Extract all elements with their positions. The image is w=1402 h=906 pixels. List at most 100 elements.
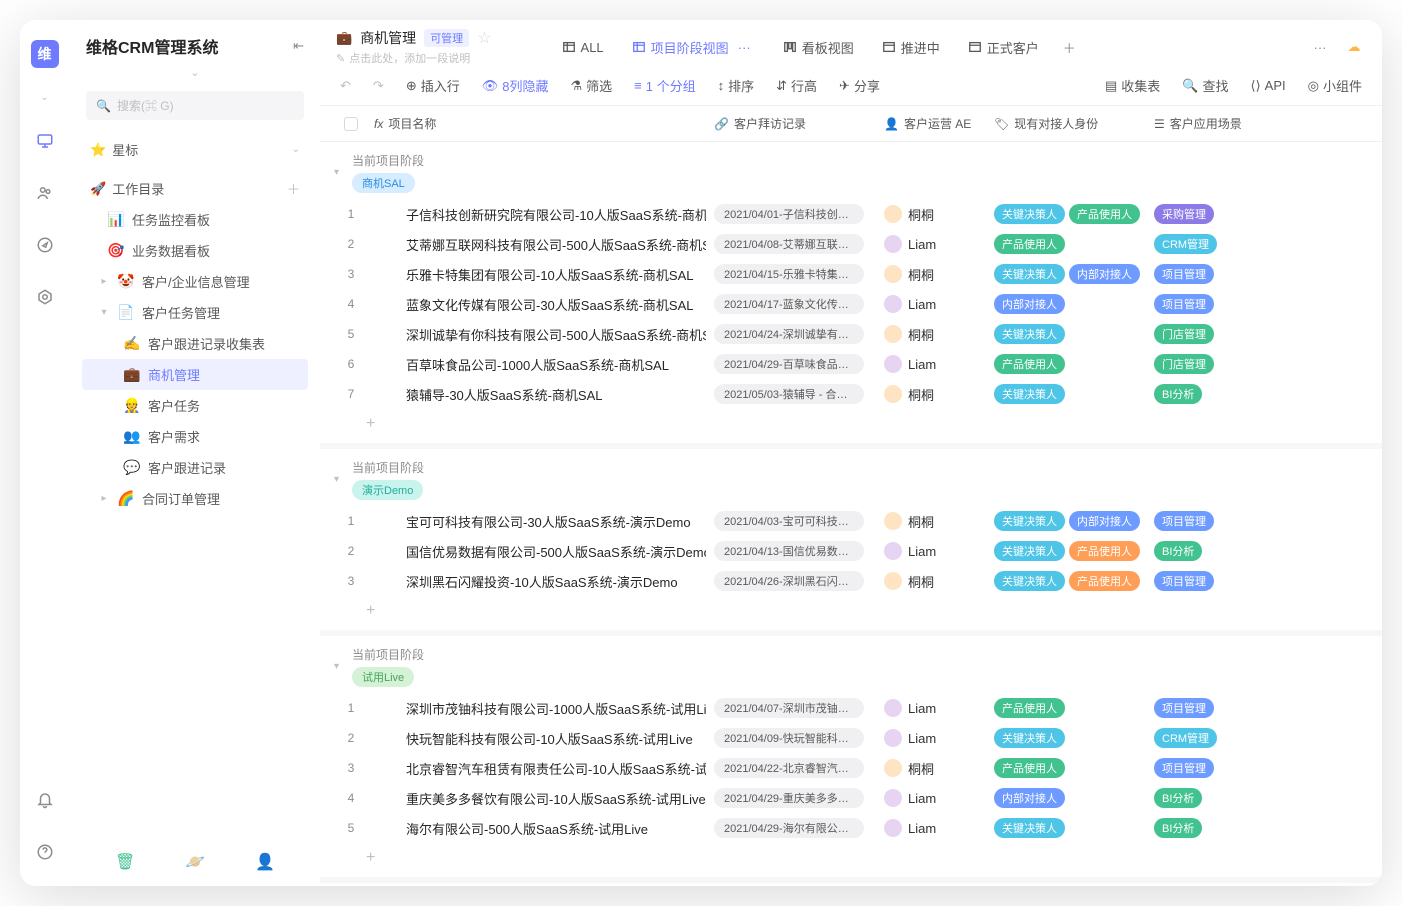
cell-scene[interactable]: BI分析 bbox=[1146, 788, 1366, 808]
tab-kanban[interactable]: 看板视图 bbox=[769, 32, 868, 63]
cell-name[interactable]: 猿辅导-30人版SaaS系统-商机SAL bbox=[366, 385, 706, 404]
table-row[interactable]: 2快玩智能科技有限公司-10人版SaaS系统-试用Live2021/04/09-… bbox=[320, 723, 1382, 753]
cell-visit[interactable]: 2021/04/22-北京睿智汽车... bbox=[706, 758, 876, 778]
cell-scene[interactable]: 门店管理 bbox=[1146, 354, 1366, 374]
cell-name[interactable]: 北京睿智汽车租赁有限责任公司-10人版SaaS系统-试用Li... bbox=[366, 759, 706, 778]
chevron-down-icon[interactable]: ▾ bbox=[334, 661, 339, 672]
search-input[interactable]: 🔍 搜索(⌘ G) bbox=[86, 91, 304, 120]
cell-visit[interactable]: 2021/04/09-快玩智能科技... bbox=[706, 728, 876, 748]
cell-ae[interactable]: Liam bbox=[876, 542, 986, 560]
cell-scene[interactable]: BI分析 bbox=[1146, 818, 1366, 838]
cell-ae[interactable]: Liam bbox=[876, 699, 986, 717]
filter-button[interactable]: ⚗筛选 bbox=[566, 74, 616, 97]
cell-ae[interactable]: Liam bbox=[876, 729, 986, 747]
cell-name[interactable]: 海尔有限公司-500人版SaaS系统-试用Live bbox=[366, 819, 706, 838]
rail-compass-icon[interactable] bbox=[31, 231, 59, 259]
add-member-icon[interactable]: 👤 bbox=[255, 852, 275, 872]
cell-contact[interactable]: 产品使用人 bbox=[986, 698, 1146, 718]
table-row[interactable]: 5海尔有限公司-500人版SaaS系统-试用Live2021/04/29-海尔有… bbox=[320, 813, 1382, 843]
cell-visit[interactable]: 2021/04/15-乐雅卡特集团... bbox=[706, 264, 876, 284]
api-button[interactable]: ⟨⟩API bbox=[1247, 76, 1290, 96]
cell-scene[interactable]: 项目管理 bbox=[1146, 511, 1366, 531]
cell-ae[interactable]: 桐桐 bbox=[876, 759, 986, 778]
cell-scene[interactable]: 项目管理 bbox=[1146, 294, 1366, 314]
table-row[interactable]: 3深圳黑石闪耀投资-10人版SaaS系统-演示Demo2021/04/26-深圳… bbox=[320, 566, 1382, 596]
cell-contact[interactable]: 内部对接人 bbox=[986, 294, 1146, 314]
table-row[interactable]: 3北京睿智汽车租赁有限责任公司-10人版SaaS系统-试用Li...2021/0… bbox=[320, 753, 1382, 783]
collect-button[interactable]: ▤收集表 bbox=[1101, 74, 1164, 97]
cell-ae[interactable]: Liam bbox=[876, 295, 986, 313]
cell-scene[interactable]: 项目管理 bbox=[1146, 264, 1366, 284]
star-icon[interactable]: ☆ bbox=[477, 28, 491, 48]
nav-item-customer-needs[interactable]: 👥 客户需求 bbox=[82, 421, 308, 452]
tab-stage-view[interactable]: 项目阶段视图 ··· bbox=[618, 32, 769, 63]
nav-item-customer-task[interactable]: ▾ 📄 客户任务管理 bbox=[82, 297, 308, 328]
cell-contact[interactable]: 关键决策人 bbox=[986, 818, 1146, 838]
group-header[interactable]: ▾当前项目阶段试用Live bbox=[320, 636, 1382, 693]
col-header-name[interactable]: fx项目名称 bbox=[366, 115, 706, 132]
col-header-scene[interactable]: ☰客户应用场景 bbox=[1146, 115, 1366, 132]
cell-ae[interactable]: 桐桐 bbox=[876, 265, 986, 284]
cell-visit[interactable]: 2021/04/29-重庆美多多餐... bbox=[706, 788, 876, 808]
add-row-button[interactable]: + bbox=[320, 409, 1382, 443]
cell-contact[interactable]: 关键决策人 bbox=[986, 324, 1146, 344]
tab-formal[interactable]: 正式客户 bbox=[954, 32, 1053, 63]
cell-visit[interactable]: 2021/04/29-海尔有限公司... bbox=[706, 818, 876, 838]
cell-scene[interactable]: BI分析 bbox=[1146, 541, 1366, 561]
nav-star-section[interactable]: ⭐ 星标 ⌄ bbox=[82, 134, 308, 165]
chevron-down-icon[interactable]: ▾ bbox=[334, 474, 339, 485]
cell-visit[interactable]: 2021/04/08-艾蒂娜互联网... bbox=[706, 234, 876, 254]
trash-icon[interactable]: 🗑 bbox=[115, 852, 135, 872]
search-button[interactable]: 🔍查找 bbox=[1178, 74, 1232, 97]
cell-scene[interactable]: 项目管理 bbox=[1146, 571, 1366, 591]
table-row[interactable]: 6百草味食品公司-1000人版SaaS系统-商机SAL2021/04/29-百草… bbox=[320, 349, 1382, 379]
table-row[interactable]: 1深圳市茂铀科技有限公司-1000人版SaaS系统-试用Live2021/04/… bbox=[320, 693, 1382, 723]
rail-contacts-icon[interactable] bbox=[31, 179, 59, 207]
table-row[interactable]: 5深圳诚挚有你科技有限公司-500人版SaaS系统-商机SAL2021/04/2… bbox=[320, 319, 1382, 349]
nav-item-opp-mgmt[interactable]: 💼 商机管理 bbox=[82, 359, 308, 390]
cell-visit[interactable]: 2021/04/17-蓝象文化传媒... bbox=[706, 294, 876, 314]
cell-ae[interactable]: Liam bbox=[876, 819, 986, 837]
cell-name[interactable]: 蓝象文化传媒有限公司-30人版SaaS系统-商机SAL bbox=[366, 295, 706, 314]
cell-visit[interactable]: 2021/04/01-子信科技创新... bbox=[706, 204, 876, 224]
add-row-button[interactable]: + bbox=[320, 596, 1382, 630]
table-row[interactable]: 4重庆美多多餐饮有限公司-10人版SaaS系统-试用Live2021/04/29… bbox=[320, 783, 1382, 813]
table-row[interactable]: 3乐雅卡特集团有限公司-10人版SaaS系统-商机SAL2021/04/15-乐… bbox=[320, 259, 1382, 289]
cell-name[interactable]: 国信优易数据有限公司-500人版SaaS系统-演示Demo bbox=[366, 542, 706, 561]
tab-more-icon[interactable]: ··· bbox=[734, 40, 755, 55]
chevron-down-icon[interactable]: ▾ bbox=[334, 167, 339, 178]
table-row[interactable]: 2艾蒂娜互联网科技有限公司-500人版SaaS系统-商机SAL2021/04/0… bbox=[320, 229, 1382, 259]
cell-ae[interactable]: 桐桐 bbox=[876, 385, 986, 404]
cell-contact[interactable]: 产品使用人 bbox=[986, 234, 1146, 254]
cell-contact[interactable]: 关键决策人 内部对接人 bbox=[986, 264, 1146, 284]
cell-contact[interactable]: 产品使用人 bbox=[986, 758, 1146, 778]
cell-name[interactable]: 乐雅卡特集团有限公司-10人版SaaS系统-商机SAL bbox=[366, 265, 706, 284]
cell-contact[interactable]: 关键决策人 产品使用人 bbox=[986, 571, 1146, 591]
sort-button[interactable]: ↕排序 bbox=[714, 74, 759, 97]
rail-bell-icon[interactable] bbox=[31, 786, 59, 814]
cell-name[interactable]: 艾蒂娜互联网科技有限公司-500人版SaaS系统-商机SAL bbox=[366, 235, 706, 254]
widget-button[interactable]: ◎小组件 bbox=[1304, 74, 1366, 97]
cell-ae[interactable]: 桐桐 bbox=[876, 512, 986, 531]
cell-visit[interactable]: 2021/05/03-猿辅导 - 合作... bbox=[706, 384, 876, 404]
cell-name[interactable]: 快玩智能科技有限公司-10人版SaaS系统-试用Live bbox=[366, 729, 706, 748]
rail-display-icon[interactable] bbox=[31, 127, 59, 155]
redo-icon[interactable]: ↷ bbox=[369, 76, 388, 96]
cell-contact[interactable]: 关键决策人 产品使用人 bbox=[986, 204, 1146, 224]
more-icon[interactable]: ··· bbox=[1308, 35, 1332, 59]
nav-item-customer-info[interactable]: ▸ 🤡 客户/企业信息管理 bbox=[82, 266, 308, 297]
cell-scene[interactable]: 项目管理 bbox=[1146, 758, 1366, 778]
cell-scene[interactable]: CRM管理 bbox=[1146, 728, 1366, 748]
planet-icon[interactable]: 🪐 bbox=[185, 852, 205, 872]
share-button[interactable]: ✈分享 bbox=[835, 74, 884, 97]
cell-scene[interactable]: CRM管理 bbox=[1146, 234, 1366, 254]
cell-name[interactable]: 深圳黑石闪耀投资-10人版SaaS系统-演示Demo bbox=[366, 572, 706, 591]
nav-item-task-monitor[interactable]: 📊 任务监控看板 bbox=[82, 204, 308, 235]
cell-visit[interactable]: 2021/04/07-深圳市茂铀科... bbox=[706, 698, 876, 718]
col-header-visit[interactable]: 🔗客户拜访记录 bbox=[706, 115, 876, 132]
cell-ae[interactable]: 桐桐 bbox=[876, 205, 986, 224]
nav-item-follow-collect[interactable]: ✍️ 客户跟进记录收集表 bbox=[82, 328, 308, 359]
tab-progress[interactable]: 推进中 bbox=[868, 32, 954, 63]
cell-contact[interactable]: 关键决策人 bbox=[986, 384, 1146, 404]
nav-item-biz-data[interactable]: 🎯 业务数据看板 bbox=[82, 235, 308, 266]
